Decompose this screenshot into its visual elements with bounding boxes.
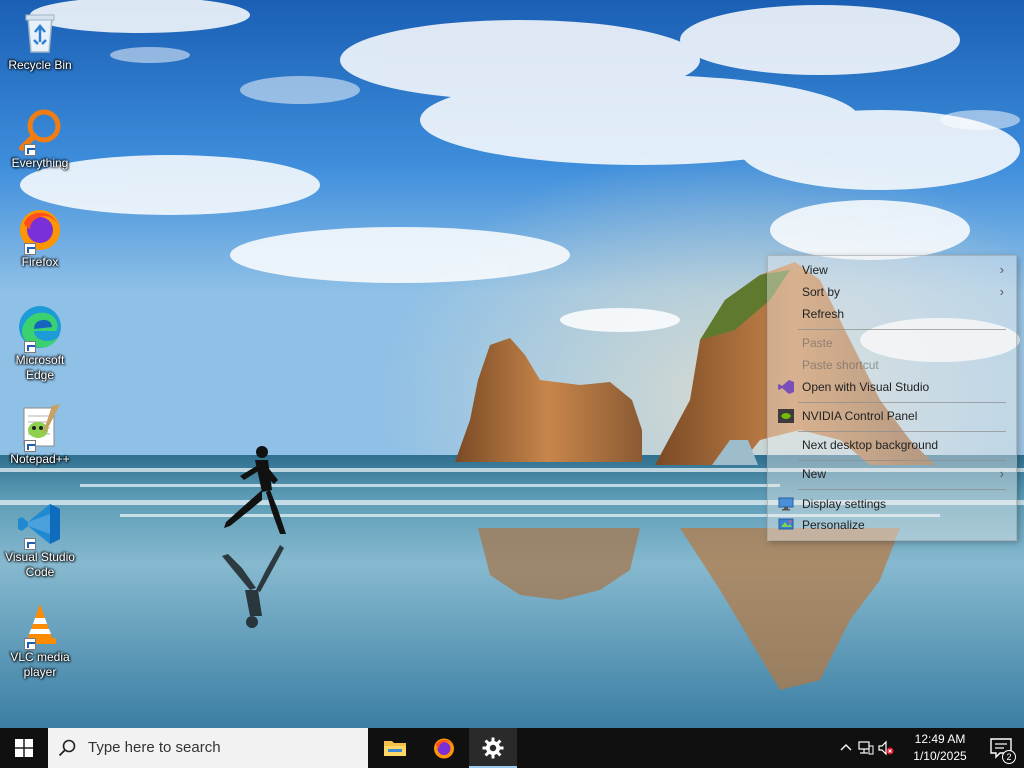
edge-icon: [16, 303, 64, 353]
menu-item-refresh[interactable]: Refresh: [768, 304, 1016, 324]
menu-item-display-settings[interactable]: Display settings: [768, 494, 1016, 514]
chevron-right-icon: ›: [999, 262, 1004, 277]
menu-item-open-with-visual-studio[interactable]: Open with Visual Studio: [768, 377, 1016, 397]
menu-item-sort-by[interactable]: Sort by ›: [768, 282, 1016, 302]
shortcut-arrow-icon: [24, 243, 36, 255]
menu-separator: [798, 329, 1006, 330]
desktop-icon-everything[interactable]: Everything: [2, 106, 78, 171]
menu-separator: [798, 431, 1006, 432]
menu-item-label: Personalize: [802, 518, 865, 532]
menu-item-nvidia-control-panel[interactable]: NVIDIA Control Panel: [768, 406, 1016, 426]
display-icon: [778, 497, 794, 511]
menu-item-paste[interactable]: Paste: [768, 333, 1016, 353]
desktop-icon-vlc[interactable]: VLC media player: [2, 600, 78, 680]
menu-item-next-desktop-background[interactable]: Next desktop background: [768, 435, 1016, 455]
menu-item-label: Open with Visual Studio: [802, 380, 930, 394]
shortcut-arrow-icon: [24, 341, 36, 353]
menu-item-label: New: [802, 467, 827, 481]
volume-muted-icon[interactable]: [878, 740, 894, 756]
menu-item-label: Refresh: [802, 307, 845, 321]
desktop-icon-label: VLC media player: [10, 650, 70, 679]
nvidia-icon: [778, 409, 794, 423]
desktop-icon-label: Firefox: [21, 255, 59, 269]
chevron-up-icon[interactable]: [838, 740, 854, 756]
menu-item-label: NVIDIA Control Panel: [802, 409, 918, 423]
vscode-icon: [16, 500, 64, 550]
menu-item-label: Sort by: [802, 285, 841, 299]
vlc-icon: [16, 600, 64, 650]
chevron-right-icon: ›: [999, 284, 1004, 299]
taskbar: Type here to search 12:49 AM 1/10/2025 2: [0, 728, 1024, 768]
file-explorer-icon: [384, 741, 406, 756]
network-icon[interactable]: [858, 740, 874, 756]
notification-count-badge: 2: [1002, 750, 1016, 764]
firefox-icon: [16, 205, 64, 255]
settings-gear-icon: [482, 737, 504, 759]
desktop-icon-visual-studio-code[interactable]: Visual Studio Code: [2, 500, 78, 580]
menu-item-personalize[interactable]: Personalize: [768, 515, 1016, 535]
desktop-icon-firefox[interactable]: Firefox: [2, 205, 78, 270]
system-tray: 12:49 AM 1/10/2025 2: [834, 728, 1024, 768]
desktop-icon-label: Visual Studio Code: [5, 550, 75, 579]
clock-date: 1/10/2025: [913, 749, 967, 763]
desktop-icon-recycle-bin[interactable]: Recycle Bin: [2, 8, 78, 73]
menu-item-label: Next desktop background: [802, 438, 939, 452]
menu-item-label: Display settings: [802, 497, 887, 511]
notepad-plus-plus-icon: [16, 402, 64, 452]
recycle-bin-icon: [16, 8, 64, 56]
desktop-icon-area: Recycle Bin Everything Firefox Microsoft…: [0, 0, 80, 728]
windows-logo-icon: [15, 739, 33, 757]
everything-search-icon: [16, 106, 64, 156]
chevron-right-icon: ›: [999, 466, 1004, 481]
visual-studio-icon: [778, 380, 794, 394]
desktop-context-menu: View › Sort by › Refresh Paste Paste sho…: [767, 255, 1017, 541]
desktop-icon-notepad-plus-plus[interactable]: Notepad++: [2, 402, 78, 467]
desktop-icon-label: Everything: [11, 156, 69, 170]
firefox-icon: [434, 738, 454, 759]
shortcut-arrow-icon: [24, 144, 36, 156]
taskbar-search-box[interactable]: Type here to search: [48, 728, 368, 768]
taskbar-app-file-explorer[interactable]: [371, 728, 419, 768]
shortcut-arrow-icon: [24, 440, 36, 452]
menu-item-label: Paste: [802, 336, 833, 350]
menu-item-label: View: [802, 263, 828, 277]
search-placeholder: Type here to search: [88, 739, 221, 756]
taskbar-app-firefox[interactable]: [420, 728, 468, 768]
desktop-icon-label: Recycle Bin: [8, 58, 72, 72]
menu-separator: [798, 402, 1006, 403]
menu-item-new[interactable]: New ›: [768, 464, 1016, 484]
start-button[interactable]: [0, 728, 48, 768]
menu-separator: [798, 489, 1006, 490]
desktop-icon-microsoft-edge[interactable]: Microsoft Edge: [2, 303, 78, 383]
menu-item-paste-shortcut[interactable]: Paste shortcut: [768, 355, 1016, 375]
desktop-icon-label: Microsoft Edge: [15, 353, 65, 382]
desktop-icon-label: Notepad++: [10, 452, 70, 466]
clock-time: 12:49 AM: [914, 732, 966, 746]
shortcut-arrow-icon: [24, 638, 36, 650]
menu-separator: [798, 460, 1006, 461]
taskbar-app-settings[interactable]: [469, 728, 517, 768]
search-icon: [58, 739, 76, 757]
shortcut-arrow-icon: [24, 538, 36, 550]
menu-item-view[interactable]: View ›: [768, 260, 1016, 280]
menu-item-label: Paste shortcut: [802, 358, 879, 372]
personalize-icon: [778, 518, 794, 530]
taskbar-clock[interactable]: 12:49 AM 1/10/2025: [900, 731, 980, 765]
